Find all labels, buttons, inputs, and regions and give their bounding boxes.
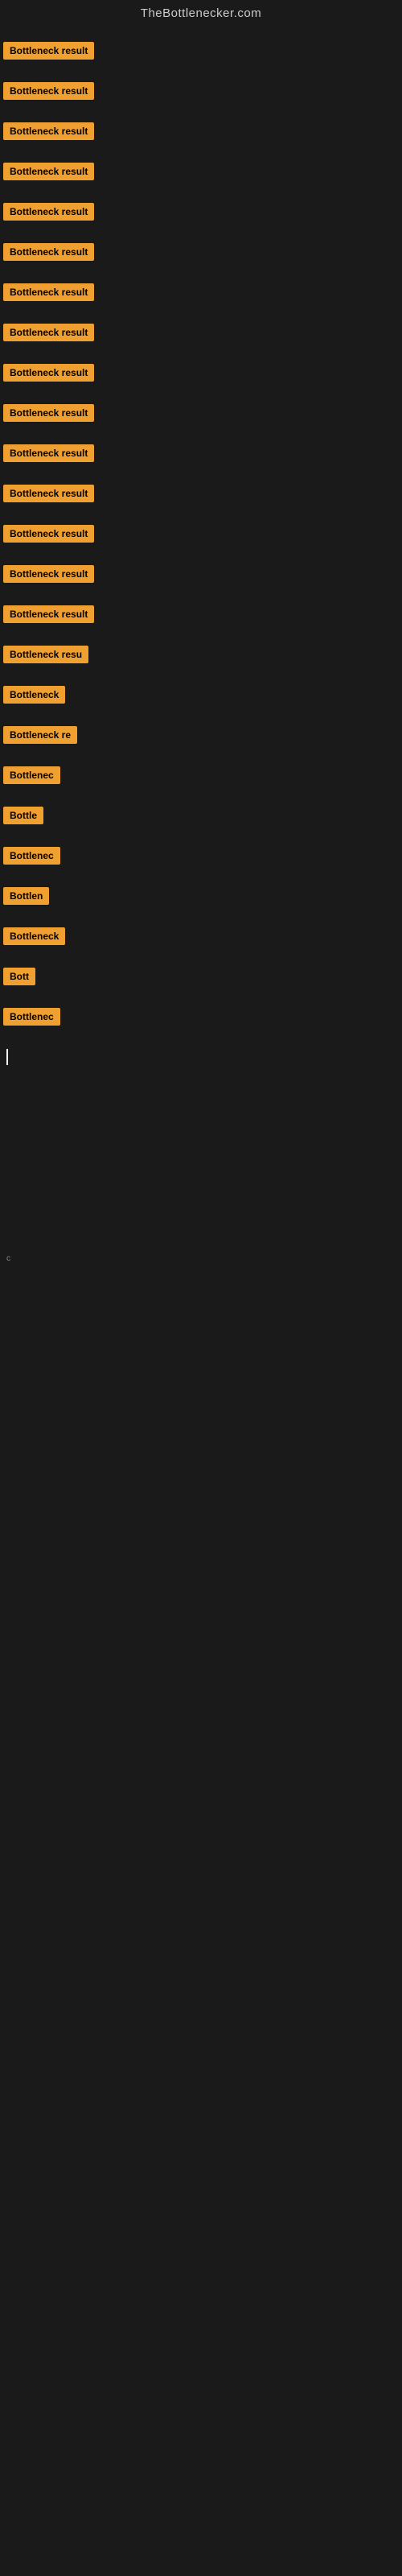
bottleneck-badge-22[interactable]: Bottlen xyxy=(3,887,49,905)
bottleneck-badge-6[interactable]: Bottleneck result xyxy=(3,243,94,261)
bottleneck-badge-7[interactable]: Bottleneck result xyxy=(3,283,94,301)
bottleneck-badge-3[interactable]: Bottleneck result xyxy=(3,122,94,140)
text-cursor xyxy=(6,1049,8,1065)
bottleneck-badge-10[interactable]: Bottleneck result xyxy=(3,404,94,422)
footer-row: c xyxy=(0,1238,402,1278)
bottleneck-row-3[interactable]: Bottleneck result xyxy=(0,111,402,151)
bottleneck-row-10[interactable]: Bottleneck result xyxy=(0,393,402,433)
bottleneck-badge-15[interactable]: Bottleneck result xyxy=(3,605,94,623)
cursor-row xyxy=(0,1037,402,1077)
bottleneck-row-19[interactable]: Bottlenec xyxy=(0,755,402,795)
bottleneck-badge-21[interactable]: Bottlenec xyxy=(3,847,60,865)
bottleneck-row-20[interactable]: Bottle xyxy=(0,795,402,836)
bottleneck-row-22[interactable]: Bottlen xyxy=(0,876,402,916)
bottleneck-badge-1[interactable]: Bottleneck result xyxy=(3,42,94,60)
bottleneck-row-5[interactable]: Bottleneck result xyxy=(0,192,402,232)
bottleneck-badge-20[interactable]: Bottle xyxy=(3,807,43,824)
bottleneck-row-12[interactable]: Bottleneck result xyxy=(0,473,402,514)
empty-space-2 xyxy=(0,1278,402,1761)
bottleneck-badge-24[interactable]: Bott xyxy=(3,968,35,985)
bottleneck-row-21[interactable]: Bottlenec xyxy=(0,836,402,876)
bottleneck-row-1[interactable]: Bottleneck result xyxy=(0,31,402,71)
bottleneck-row-23[interactable]: Bottleneck xyxy=(0,916,402,956)
bottleneck-badge-2[interactable]: Bottleneck result xyxy=(3,82,94,100)
bottleneck-badge-12[interactable]: Bottleneck result xyxy=(3,485,94,502)
bottleneck-row-18[interactable]: Bottleneck re xyxy=(0,715,402,755)
bottleneck-row-25[interactable]: Bottlenec xyxy=(0,997,402,1037)
bottleneck-badge-11[interactable]: Bottleneck result xyxy=(3,444,94,462)
bottleneck-badge-19[interactable]: Bottlenec xyxy=(3,766,60,784)
bottleneck-row-11[interactable]: Bottleneck result xyxy=(0,433,402,473)
bottleneck-row-13[interactable]: Bottleneck result xyxy=(0,514,402,554)
bottleneck-row-4[interactable]: Bottleneck result xyxy=(0,151,402,192)
bottleneck-badge-25[interactable]: Bottlenec xyxy=(3,1008,60,1026)
footer-text: c xyxy=(3,1251,14,1266)
bottleneck-row-6[interactable]: Bottleneck result xyxy=(0,232,402,272)
bottleneck-row-2[interactable]: Bottleneck result xyxy=(0,71,402,111)
bottleneck-row-9[interactable]: Bottleneck result xyxy=(0,353,402,393)
bottleneck-row-7[interactable]: Bottleneck result xyxy=(0,272,402,312)
bottleneck-badge-9[interactable]: Bottleneck result xyxy=(3,364,94,382)
site-title: TheBottlenecker.com xyxy=(141,6,261,20)
bottleneck-row-14[interactable]: Bottleneck result xyxy=(0,554,402,594)
bottleneck-badge-8[interactable]: Bottleneck result xyxy=(3,324,94,341)
rows-container: Bottleneck result Bottleneck result Bottle… xyxy=(0,31,402,1037)
bottleneck-row-24[interactable]: Bott xyxy=(0,956,402,997)
bottleneck-badge-14[interactable]: Bottleneck result xyxy=(3,565,94,583)
bottleneck-badge-13[interactable]: Bottleneck result xyxy=(3,525,94,543)
empty-space-1 xyxy=(0,1077,402,1238)
bottleneck-badge-4[interactable]: Bottleneck result xyxy=(3,163,94,180)
bottleneck-badge-5[interactable]: Bottleneck result xyxy=(3,203,94,221)
bottleneck-badge-23[interactable]: Bottleneck xyxy=(3,927,65,945)
bottleneck-row-16[interactable]: Bottleneck resu xyxy=(0,634,402,675)
bottleneck-row-15[interactable]: Bottleneck result xyxy=(0,594,402,634)
bottleneck-badge-18[interactable]: Bottleneck re xyxy=(3,726,77,744)
bottleneck-badge-16[interactable]: Bottleneck resu xyxy=(3,646,88,663)
bottleneck-row-8[interactable]: Bottleneck result xyxy=(0,312,402,353)
site-header: TheBottlenecker.com xyxy=(0,0,402,31)
bottleneck-row-17[interactable]: Bottleneck xyxy=(0,675,402,715)
bottleneck-badge-17[interactable]: Bottleneck xyxy=(3,686,65,704)
